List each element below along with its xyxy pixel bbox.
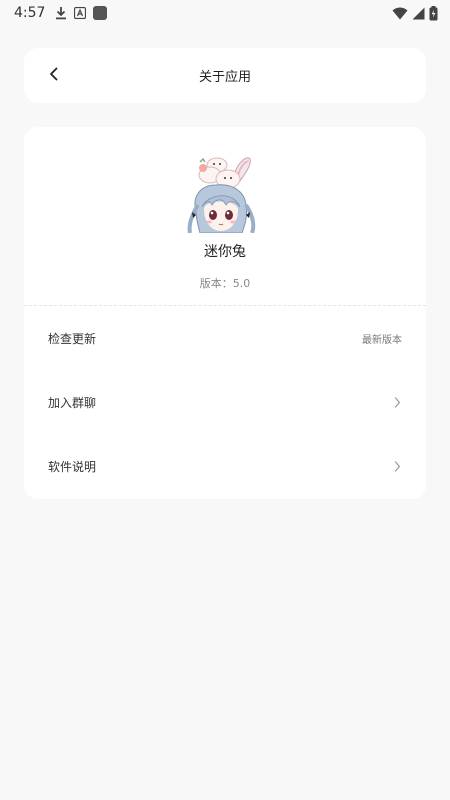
update-status-text: 最新版本 <box>362 334 402 346</box>
menu-item-join-group[interactable]: 加入群聊 <box>24 370 426 434</box>
back-button[interactable] <box>42 64 66 88</box>
status-bar: 4:57 <box>0 0 450 26</box>
signal-icon <box>412 7 425 20</box>
header-bar: 关于应用 <box>24 48 426 103</box>
app-logo-image <box>186 153 264 234</box>
chevron-left-icon <box>49 66 59 85</box>
menu-item-label: 检查更新 <box>48 331 97 346</box>
menu-item-label: 加入群聊 <box>48 395 97 410</box>
wifi-icon <box>392 7 408 20</box>
font-app-icon <box>74 7 87 19</box>
status-left-icons <box>55 6 108 20</box>
menu-item-check-update[interactable]: 检查更新 最新版本 <box>24 306 426 370</box>
chevron-right-icon <box>392 460 402 472</box>
status-time: 4:57 <box>14 5 46 21</box>
version-number: 5.0 <box>232 277 251 290</box>
battery-charging-icon <box>429 5 438 21</box>
app-square-icon <box>93 6 108 20</box>
menu-item-software-info[interactable]: 软件说明 <box>24 434 426 498</box>
app-name: 迷你兔 <box>204 244 246 260</box>
about-card: 迷你兔 版本：5.0 检查更新 最新版本 加入群聊 软件说明 <box>24 127 426 499</box>
download-icon <box>55 6 67 20</box>
app-info: 迷你兔 版本：5.0 <box>24 127 426 306</box>
status-right-icons <box>392 5 438 21</box>
version-label: 版本： <box>199 277 233 290</box>
menu-item-label: 软件说明 <box>48 459 97 474</box>
page-title: 关于应用 <box>198 70 251 85</box>
app-version: 版本：5.0 <box>200 275 251 291</box>
chevron-right-icon <box>392 396 402 408</box>
